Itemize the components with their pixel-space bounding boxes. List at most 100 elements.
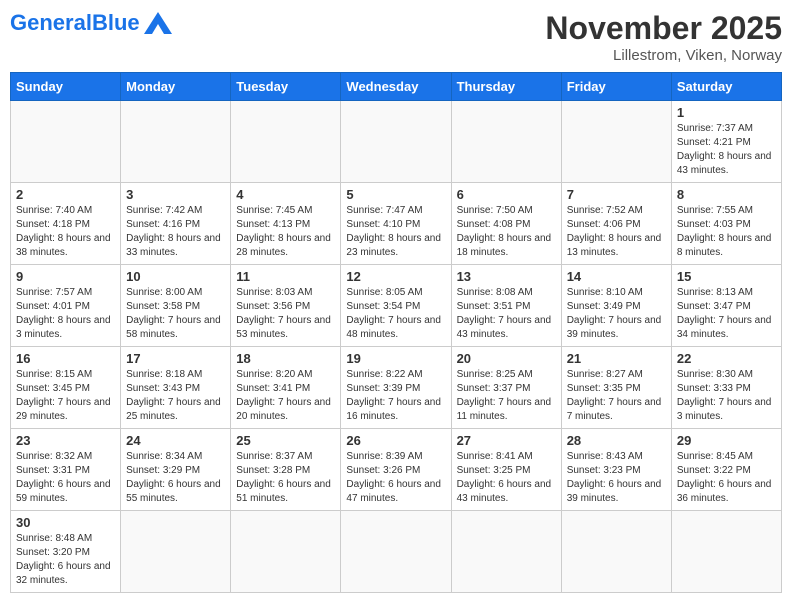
day-number: 12 (346, 269, 445, 284)
day-info: Sunrise: 7:42 AM Sunset: 4:16 PM Dayligh… (126, 204, 225, 260)
day-cell: 2Sunrise: 7:40 AM Sunset: 4:18 PM Daylig… (11, 183, 121, 265)
day-number: 1 (677, 105, 776, 120)
calendar-title: November 2025 (545, 10, 782, 47)
day-cell: 4 Sunrise: 7:45 AM Sunset: 4:13 PM Daylig… (231, 183, 341, 265)
day-info: Sunrise: 8:37 AM Sunset: 3:28 PM Dayligh… (236, 450, 335, 506)
day-number: 10 (126, 269, 225, 284)
day-info: Sunrise: 8:13 AM Sunset: 3:47 PM Dayligh… (677, 286, 776, 342)
day-number: 15 (677, 269, 776, 284)
day-info: Sunrise: 8:27 AM Sunset: 3:35 PM Dayligh… (567, 368, 666, 424)
day-info: Sunrise: 8:00 AM Sunset: 3:58 PM Dayligh… (126, 286, 225, 342)
day-cell (451, 101, 561, 183)
day-cell: 27Sunrise: 8:41 AM Sunset: 3:25 PM Dayli… (451, 429, 561, 511)
day-number: 16 (16, 351, 115, 366)
day-number: 8 (677, 187, 776, 202)
day-cell: 10 Sunrise: 8:00 AM Sunset: 3:58 PM Dayli… (121, 265, 231, 347)
day-number: 30 (16, 515, 115, 530)
day-info: Sunrise: 8:32 AM Sunset: 3:31 PM Dayligh… (16, 450, 115, 506)
day-cell: 24Sunrise: 8:34 AM Sunset: 3:29 PM Dayli… (121, 429, 231, 511)
day-cell (121, 101, 231, 183)
day-cell: 26Sunrise: 8:39 AM Sunset: 3:26 PM Dayli… (341, 429, 451, 511)
day-info: Sunrise: 7:37 AM Sunset: 4:21 PM Dayligh… (677, 122, 776, 178)
day-info: Sunrise: 8:25 AM Sunset: 3:37 PM Dayligh… (457, 368, 556, 424)
day-info: Sunrise: 7:47 AM Sunset: 4:10 PM Dayligh… (346, 204, 445, 260)
day-number: 18 (236, 351, 335, 366)
day-number: 5 (346, 187, 445, 202)
day-number: 11 (236, 269, 335, 284)
day-info: Sunrise: 8:10 AM Sunset: 3:49 PM Dayligh… (567, 286, 666, 342)
day-number: 6 (457, 187, 556, 202)
day-cell: 17 Sunrise: 8:18 AM Sunset: 3:43 PM Dayli… (121, 347, 231, 429)
day-cell: 12 Sunrise: 8:05 AM Sunset: 3:54 PM Dayli… (341, 265, 451, 347)
day-cell (341, 511, 451, 593)
week-row-0: 1 Sunrise: 7:37 AM Sunset: 4:21 PM Daylig… (11, 101, 782, 183)
day-cell: 1 Sunrise: 7:37 AM Sunset: 4:21 PM Daylig… (671, 101, 781, 183)
day-cell (121, 511, 231, 593)
week-row-5: 30 Sunrise: 8:48 AM Sunset: 3:20 PM Dayli… (11, 511, 782, 593)
day-cell: 28Sunrise: 8:43 AM Sunset: 3:23 PM Dayli… (561, 429, 671, 511)
day-cell: 18 Sunrise: 8:20 AM Sunset: 3:41 PM Dayli… (231, 347, 341, 429)
header: GeneralBlue November 2025 Lillestrom, Vi… (10, 10, 782, 64)
day-cell: 14Sunrise: 8:10 AM Sunset: 3:49 PM Dayli… (561, 265, 671, 347)
day-info: Sunrise: 7:52 AM Sunset: 4:06 PM Dayligh… (567, 204, 666, 260)
col-tuesday: Tuesday (231, 73, 341, 101)
day-cell: 20 Sunrise: 8:25 AM Sunset: 3:37 PM Dayli… (451, 347, 561, 429)
col-sunday: Sunday (11, 73, 121, 101)
day-number: 4 (236, 187, 335, 202)
day-number: 23 (16, 433, 115, 448)
day-info: Sunrise: 8:45 AM Sunset: 3:22 PM Dayligh… (677, 450, 776, 506)
day-cell: 11 Sunrise: 8:03 AM Sunset: 3:56 PM Dayli… (231, 265, 341, 347)
day-info: Sunrise: 7:57 AM Sunset: 4:01 PM Dayligh… (16, 286, 115, 342)
day-info: Sunrise: 7:45 AM Sunset: 4:13 PM Dayligh… (236, 204, 335, 260)
week-row-3: 16 Sunrise: 8:15 AM Sunset: 3:45 PM Dayli… (11, 347, 782, 429)
day-info: Sunrise: 8:20 AM Sunset: 3:41 PM Dayligh… (236, 368, 335, 424)
day-info: Sunrise: 8:48 AM Sunset: 3:20 PM Dayligh… (16, 532, 115, 588)
day-info: Sunrise: 8:15 AM Sunset: 3:45 PM Dayligh… (16, 368, 115, 424)
day-cell (671, 511, 781, 593)
day-cell (231, 101, 341, 183)
logo-general: General (10, 10, 92, 35)
week-row-4: 23 Sunrise: 8:32 AM Sunset: 3:31 PM Dayli… (11, 429, 782, 511)
day-cell: 9Sunrise: 7:57 AM Sunset: 4:01 PM Daylig… (11, 265, 121, 347)
day-number: 25 (236, 433, 335, 448)
logo-blue: Blue (92, 10, 140, 35)
calendar-header-row: Sunday Monday Tuesday Wednesday Thursday… (11, 73, 782, 101)
day-info: Sunrise: 8:03 AM Sunset: 3:56 PM Dayligh… (236, 286, 335, 342)
day-cell: 23 Sunrise: 8:32 AM Sunset: 3:31 PM Dayli… (11, 429, 121, 511)
day-info: Sunrise: 8:08 AM Sunset: 3:51 PM Dayligh… (457, 286, 556, 342)
day-info: Sunrise: 8:43 AM Sunset: 3:23 PM Dayligh… (567, 450, 666, 506)
day-cell: 5 Sunrise: 7:47 AM Sunset: 4:10 PM Daylig… (341, 183, 451, 265)
day-cell (451, 511, 561, 593)
day-number: 21 (567, 351, 666, 366)
day-info: Sunrise: 8:30 AM Sunset: 3:33 PM Dayligh… (677, 368, 776, 424)
page: GeneralBlue November 2025 Lillestrom, Vi… (0, 0, 792, 603)
col-friday: Friday (561, 73, 671, 101)
day-number: 27 (457, 433, 556, 448)
logo-text: GeneralBlue (10, 10, 140, 36)
day-info: Sunrise: 8:22 AM Sunset: 3:39 PM Dayligh… (346, 368, 445, 424)
day-info: Sunrise: 8:18 AM Sunset: 3:43 PM Dayligh… (126, 368, 225, 424)
day-number: 20 (457, 351, 556, 366)
calendar-table: Sunday Monday Tuesday Wednesday Thursday… (10, 72, 782, 593)
day-cell (341, 101, 451, 183)
day-cell (11, 101, 121, 183)
day-number: 22 (677, 351, 776, 366)
day-cell: 30 Sunrise: 8:48 AM Sunset: 3:20 PM Dayli… (11, 511, 121, 593)
week-row-1: 2Sunrise: 7:40 AM Sunset: 4:18 PM Daylig… (11, 183, 782, 265)
day-info: Sunrise: 8:39 AM Sunset: 3:26 PM Dayligh… (346, 450, 445, 506)
day-number: 13 (457, 269, 556, 284)
day-cell: 13 Sunrise: 8:08 AM Sunset: 3:51 PM Dayli… (451, 265, 561, 347)
col-monday: Monday (121, 73, 231, 101)
day-cell: 8Sunrise: 7:55 AM Sunset: 4:03 PM Daylig… (671, 183, 781, 265)
col-thursday: Thursday (451, 73, 561, 101)
day-info: Sunrise: 8:05 AM Sunset: 3:54 PM Dayligh… (346, 286, 445, 342)
col-saturday: Saturday (671, 73, 781, 101)
day-cell: 19Sunrise: 8:22 AM Sunset: 3:39 PM Dayli… (341, 347, 451, 429)
day-info: Sunrise: 7:50 AM Sunset: 4:08 PM Dayligh… (457, 204, 556, 260)
day-number: 2 (16, 187, 115, 202)
title-block: November 2025 Lillestrom, Viken, Norway (545, 10, 782, 64)
logo: GeneralBlue (10, 10, 172, 36)
day-cell: 6 Sunrise: 7:50 AM Sunset: 4:08 PM Daylig… (451, 183, 561, 265)
day-number: 7 (567, 187, 666, 202)
day-number: 17 (126, 351, 225, 366)
